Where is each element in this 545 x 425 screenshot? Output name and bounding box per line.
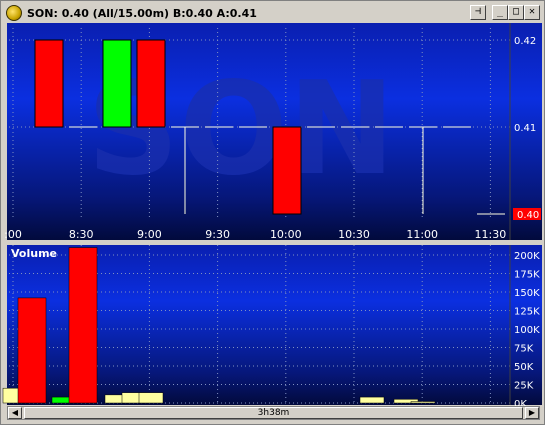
volume-bar [138, 392, 164, 404]
y-tick-label: 0.41 [514, 123, 536, 134]
title-bar[interactable]: SON: 0.40 (All/15.00m) B:0.40 A:0.41 ⊣ _… [3, 3, 544, 23]
horizontal-scrollbar[interactable]: ◀ 3h38m ▶ [7, 406, 540, 420]
volume-y-tick-label: 50K [514, 362, 534, 373]
x-tick-label: 8:30 [69, 228, 94, 241]
volume-y-tick-label: 200K [514, 251, 540, 262]
x-tick-label: 11:30 [475, 228, 507, 241]
x-tick-label: 11:00 [406, 228, 438, 241]
x-tick-label: 9:00 [137, 228, 162, 241]
volume-y-tick-label: 75K [514, 344, 534, 355]
volume-y-tick-label: 150K [514, 288, 540, 299]
chart-window: SON: 0.40 (All/15.00m) B:0.40 A:0.41 ⊣ _… [0, 0, 545, 425]
volume-y-tick-label: 25K [514, 381, 534, 392]
candle-down [136, 39, 166, 128]
volume-title: Volume [11, 247, 57, 260]
time-span-label: 3h38m [257, 408, 290, 418]
volume-bar [410, 401, 436, 404]
close-button[interactable]: ✕ [524, 5, 540, 20]
pin-button[interactable]: ⊣ [470, 5, 486, 20]
arrow-left-icon[interactable]: ◀ [8, 407, 22, 419]
volume-bar [68, 247, 98, 404]
volume-y-tick-label: 100K [514, 325, 540, 336]
app-logo-icon [6, 5, 22, 21]
last-price-label: 0.40 [517, 210, 539, 221]
maximize-button[interactable]: □ [508, 5, 524, 20]
symbol-watermark: SON [87, 55, 395, 204]
x-tick-label: :00 [4, 228, 22, 241]
candle-up [102, 39, 132, 128]
x-tick-label: 10:30 [338, 228, 370, 241]
minimize-button[interactable]: _ [492, 5, 508, 20]
volume-y-tick-label: 0K [514, 399, 527, 406]
volume-bar [359, 396, 385, 404]
volume-panel: Volume 200K 175K 150K 125K 100K 75K 50K 25K 0K [2, 245, 542, 406]
x-tick-label: 10:00 [270, 228, 302, 241]
scroll-thumb[interactable]: 3h38m [24, 407, 523, 419]
y-tick-label: 0.42 [514, 36, 536, 47]
candle-down [272, 126, 302, 215]
volume-bar [17, 297, 47, 404]
chart-canvas[interactable]: SON :00 8:30 9:00 9:30 10:00 10:30 11:00 11:30 0.… [1, 23, 545, 406]
volume-y-tick-label: 125K [514, 307, 540, 318]
price-panel: SON :00 8:30 9:00 9:30 10:00 10:30 11:00 11:30 0.… [4, 23, 542, 241]
arrow-right-icon[interactable]: ▶ [525, 407, 539, 419]
candle-down [34, 39, 64, 128]
volume-y-tick-label: 175K [514, 270, 540, 281]
window-title: SON: 0.40 (All/15.00m) B:0.40 A:0.41 [27, 6, 257, 20]
x-tick-label: 9:30 [205, 228, 230, 241]
